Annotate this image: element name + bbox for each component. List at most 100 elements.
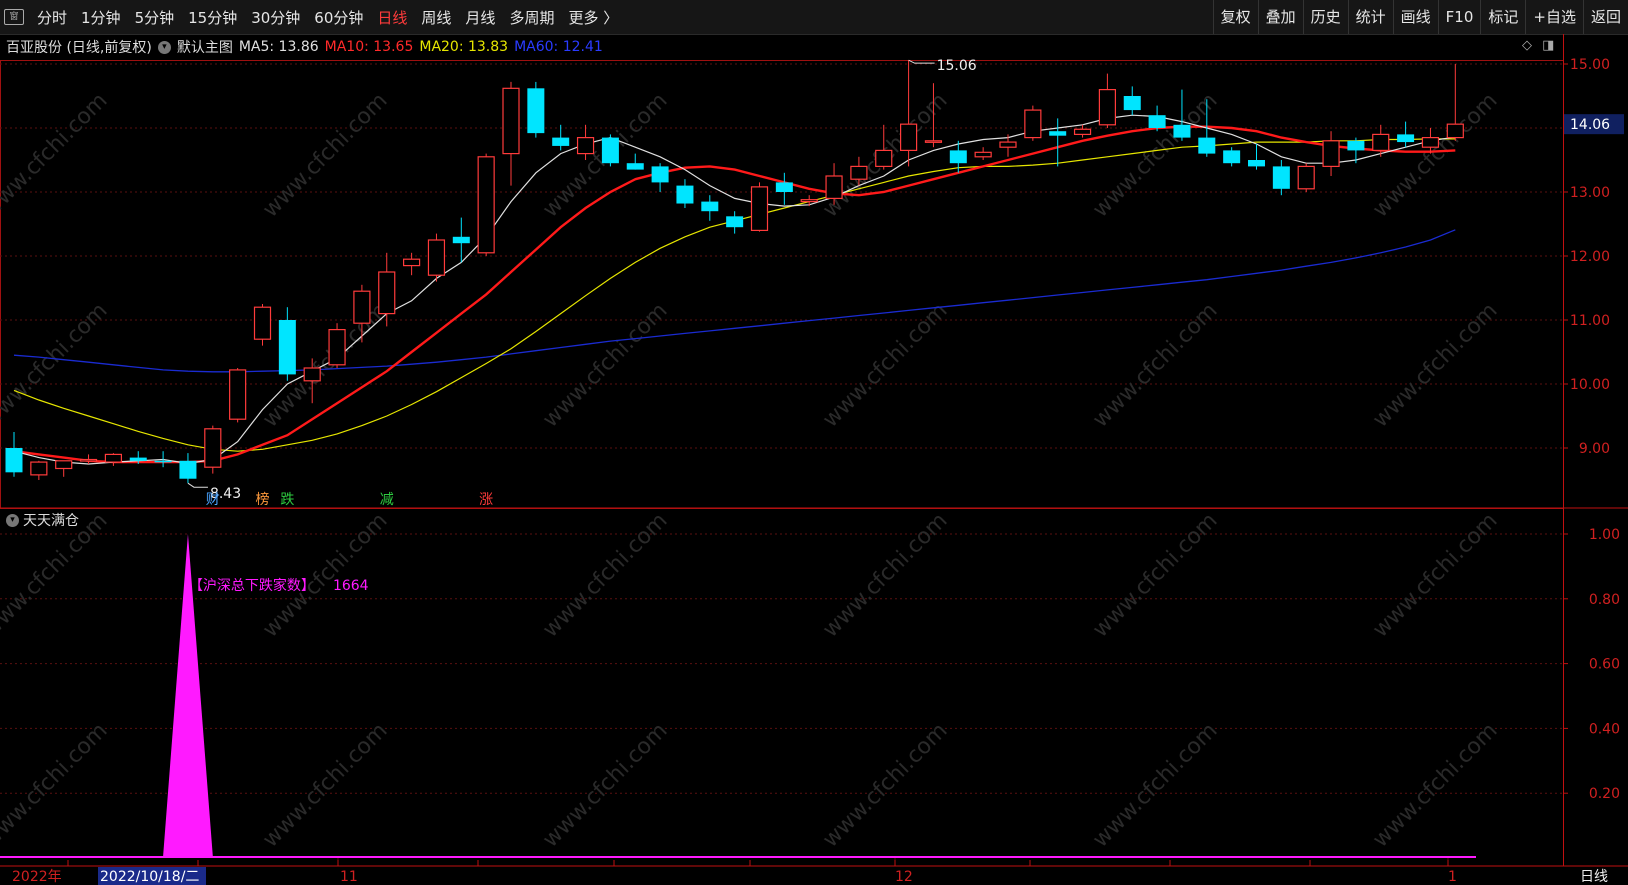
watermark-text: www.cfchi.com	[0, 718, 113, 852]
watermark-text: www.cfchi.com	[538, 298, 672, 432]
price-tick-label: 10.00	[1570, 377, 1610, 393]
candle-body	[1347, 140, 1365, 151]
watermark-text: www.cfchi.com	[818, 508, 952, 642]
ma60-line	[13, 229, 1456, 373]
candle-body	[527, 88, 545, 134]
candle-body	[899, 123, 918, 152]
candle-body	[1049, 131, 1067, 136]
candle-body	[129, 457, 147, 461]
indicator-label: 【沪深总下跌家数】	[189, 577, 315, 594]
indicator-tick-label: 0.20	[1589, 786, 1620, 802]
candle-body	[576, 137, 595, 155]
candle-body	[378, 271, 396, 315]
stock-chart[interactable]: 15.0014.0013.0012.0011.0010.009.001.000.…	[0, 0, 1628, 885]
time-axis-label: 11	[340, 869, 358, 885]
event-badge: 跌	[280, 492, 294, 508]
event-badge: 财	[206, 492, 220, 508]
candle-body	[403, 258, 421, 267]
candle-body	[999, 141, 1017, 148]
candle-body	[452, 236, 470, 244]
candle-body	[1223, 150, 1241, 164]
candle-body	[1024, 109, 1042, 139]
candle-body	[701, 201, 719, 212]
candle-body	[825, 175, 843, 199]
watermark-text: www.cfchi.com	[1368, 298, 1502, 432]
time-axis-label: 12	[895, 869, 913, 885]
watermark-text: www.cfchi.com	[1368, 718, 1502, 852]
candle-body	[353, 290, 371, 324]
candle-body	[303, 367, 321, 382]
watermark-text: www.cfchi.com	[1088, 718, 1222, 852]
candle-body	[30, 461, 48, 476]
candle-body	[626, 163, 644, 170]
watermark-text: www.cfchi.com	[0, 88, 113, 222]
watermark-text: www.cfchi.com	[1088, 508, 1222, 642]
candle-body	[726, 216, 744, 228]
candle-body	[179, 460, 197, 479]
watermark-text: www.cfchi.com	[258, 508, 392, 642]
watermark-text: www.cfchi.com	[258, 718, 392, 852]
candle-body	[502, 87, 520, 155]
watermark-text: www.cfchi.com	[1368, 88, 1502, 222]
candle-body	[1098, 88, 1117, 126]
watermark-text: www.cfchi.com	[1088, 298, 1222, 432]
candle-body	[55, 460, 73, 470]
candle-body	[1421, 137, 1440, 148]
current-price-label: 14.06	[1570, 117, 1610, 133]
candle-body	[949, 150, 967, 164]
time-axis-label: 2022年	[12, 869, 62, 885]
candle-body	[1073, 128, 1092, 135]
candle-body	[1248, 160, 1265, 167]
candle-body	[974, 151, 992, 158]
candle-body	[1148, 115, 1166, 128]
candle-body	[775, 182, 793, 192]
indicator-value: 1664	[333, 578, 369, 594]
candle-body	[924, 140, 943, 143]
candle-body	[204, 428, 222, 468]
period-label: 日线	[1580, 869, 1608, 885]
candle-body	[601, 137, 619, 164]
candle-body	[5, 448, 23, 473]
candle-body	[1322, 140, 1340, 168]
candle-body	[104, 453, 123, 463]
event-badge: 涨	[479, 492, 493, 508]
price-tick-label: 11.00	[1570, 313, 1610, 329]
watermark-text: www.cfchi.com	[818, 298, 952, 432]
candle-body	[278, 320, 296, 375]
candle-body	[750, 186, 769, 232]
indicator-tick-label: 0.60	[1589, 657, 1620, 673]
candle-body	[651, 166, 669, 183]
candle-body	[1372, 133, 1390, 151]
candle-body	[229, 369, 247, 420]
indicator-tick-label: 0.40	[1589, 721, 1620, 737]
candle-body	[1198, 137, 1216, 154]
watermark-text: www.cfchi.com	[818, 718, 952, 852]
candle-body	[850, 165, 868, 180]
candle-body	[1446, 123, 1464, 139]
watermark-text: www.cfchi.com	[538, 718, 672, 852]
candle-body	[253, 306, 272, 340]
time-axis-label: 2022/10/18/二	[100, 869, 199, 885]
candle-body	[800, 199, 818, 203]
watermark-text: www.cfchi.com	[258, 88, 392, 222]
indicator-tick-label: 1.00	[1589, 527, 1620, 543]
event-badge: 榜	[256, 491, 270, 508]
candle-body	[875, 149, 893, 167]
candle-body	[79, 458, 98, 462]
candle-body	[676, 185, 694, 204]
candle-body	[328, 329, 346, 366]
price-tick-label: 15.00	[1570, 57, 1610, 73]
candle-body	[477, 156, 495, 254]
candle-body	[427, 239, 446, 276]
high-label: 15.06	[937, 58, 977, 74]
event-badge: 减	[380, 492, 394, 508]
candle-body	[552, 137, 570, 146]
watermark-text: www.cfchi.com	[538, 508, 672, 642]
watermark-text: www.cfchi.com	[258, 298, 392, 432]
watermark-text: www.cfchi.com	[1368, 508, 1502, 642]
price-tick-label: 12.00	[1570, 249, 1610, 265]
watermark-text: www.cfchi.com	[0, 298, 113, 432]
price-tick-label: 13.00	[1570, 185, 1610, 201]
price-tick-label: 9.00	[1579, 441, 1610, 457]
candle-body	[154, 460, 172, 463]
